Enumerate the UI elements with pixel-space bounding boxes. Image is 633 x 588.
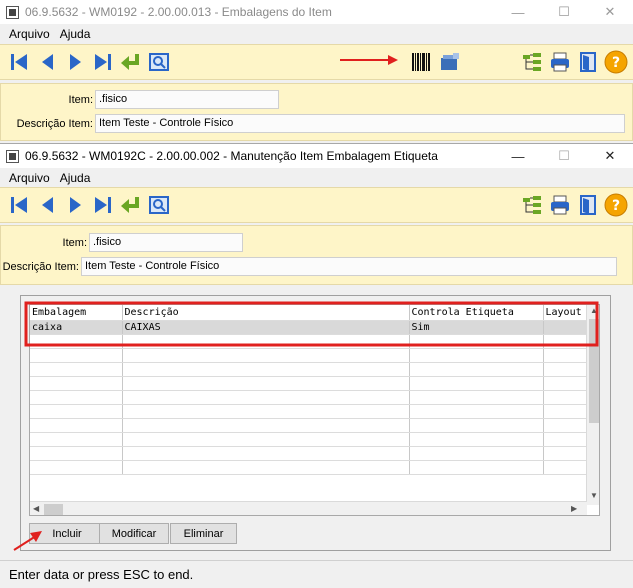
grid-table: Embalagem Descrição Controla Etiqueta La… — [30, 305, 587, 475]
print-icon[interactable] — [548, 193, 572, 217]
description-label: Descrição Item: — [2, 261, 79, 273]
minimize-icon[interactable]: — — [495, 0, 541, 24]
empty-row — [30, 348, 587, 363]
app-icon — [6, 5, 19, 19]
first-record-icon[interactable] — [7, 50, 31, 74]
status-text: Enter data or press ESC to end. — [9, 567, 194, 582]
next-record-icon[interactable] — [63, 50, 87, 74]
front-window-title: 06.9.5632 - WM0192C - 2.00.00.002 - Manu… — [25, 149, 438, 163]
vertical-scroll-thumb[interactable] — [589, 319, 599, 423]
empty-row — [30, 390, 587, 405]
goto-icon[interactable] — [119, 50, 143, 74]
svg-text:?: ? — [612, 198, 620, 214]
close-icon[interactable]: ✕ — [587, 0, 633, 24]
empty-row — [30, 418, 587, 433]
grid-frame: Embalagem Descrição Controla Etiqueta La… — [20, 295, 611, 551]
scroll-left-icon[interactable]: ◀ — [33, 504, 39, 513]
back-window-titlebar: 06.9.5632 - WM0192 - 2.00.00.013 - Embal… — [0, 0, 633, 24]
app-icon — [6, 149, 19, 163]
print-icon[interactable] — [548, 50, 572, 74]
scroll-right-icon[interactable]: ▶ — [571, 504, 577, 513]
maximize-icon[interactable]: ☐ — [541, 0, 587, 24]
back-window-title: 06.9.5632 - WM0192 - 2.00.00.013 - Embal… — [25, 5, 332, 19]
empty-row — [30, 404, 587, 419]
horizontal-scrollbar[interactable]: ◀ ▶ — [30, 501, 587, 515]
horizontal-scroll-thumb[interactable] — [44, 504, 63, 515]
menu-ajuda[interactable]: Ajuda — [55, 27, 96, 41]
empty-row — [30, 432, 587, 447]
eliminar-button[interactable]: Eliminar — [170, 523, 237, 544]
exit-door-icon[interactable] — [576, 193, 600, 217]
back-toolbar: ? — [0, 44, 633, 80]
cell-embalagem[interactable]: caixa — [30, 320, 123, 335]
search-icon[interactable] — [147, 193, 171, 217]
description-field[interactable]: Item Teste - Controle Físico — [95, 114, 625, 133]
column-header-embalagem[interactable]: Embalagem — [30, 305, 123, 321]
vertical-scrollbar[interactable]: ▲ ▼ — [586, 305, 599, 505]
empty-row — [30, 376, 587, 391]
description-field[interactable]: Item Teste - Controle Físico — [81, 257, 617, 276]
item-field[interactable]: .fisico — [89, 233, 243, 252]
last-record-icon[interactable] — [91, 193, 115, 217]
grid-header-row: Embalagem Descrição Controla Etiqueta La… — [30, 305, 587, 321]
tree-structure-icon[interactable] — [520, 50, 544, 74]
column-header-descricao[interactable]: Descrição — [122, 305, 410, 321]
status-bar: Enter data or press ESC to end. — [0, 560, 633, 588]
maximize-icon[interactable]: ☐ — [541, 144, 587, 168]
empty-row — [30, 460, 587, 475]
cell-controla-etiqueta[interactable]: Sim — [409, 320, 544, 335]
front-window-titlebar: 06.9.5632 - WM0192C - 2.00.00.002 - Manu… — [0, 144, 633, 168]
table-row[interactable]: caixa CAIXAS Sim — [30, 320, 587, 335]
close-icon[interactable]: ✕ — [587, 144, 633, 168]
empty-row — [30, 446, 587, 461]
item-label: Item: — [68, 94, 93, 106]
previous-record-icon[interactable] — [36, 193, 60, 217]
empty-row — [30, 334, 587, 349]
search-icon[interactable] — [147, 50, 171, 74]
incluir-button[interactable]: Incluir — [29, 523, 105, 544]
package-icon[interactable] — [438, 50, 462, 74]
goto-icon[interactable] — [119, 193, 143, 217]
item-field[interactable]: .fisico — [95, 90, 279, 109]
scroll-up-icon[interactable]: ▲ — [590, 306, 598, 315]
front-form-panel: Item: .fisico Descrição Item: Item Teste… — [0, 225, 633, 285]
previous-record-icon[interactable] — [36, 50, 60, 74]
cell-layout[interactable] — [543, 320, 587, 335]
cell-descricao[interactable]: CAIXAS — [122, 320, 410, 335]
exit-door-icon[interactable] — [576, 50, 600, 74]
description-label: Descrição Item: — [16, 118, 93, 130]
item-label: Item: — [62, 237, 87, 249]
empty-row — [30, 362, 587, 377]
minimize-icon[interactable]: — — [495, 144, 541, 168]
column-header-controla-etiqueta[interactable]: Controla Etiqueta — [409, 305, 544, 321]
menu-arquivo[interactable]: Arquivo — [0, 171, 55, 185]
scroll-down-icon[interactable]: ▼ — [590, 491, 598, 500]
last-record-icon[interactable] — [91, 50, 115, 74]
svg-text:?: ? — [612, 55, 620, 71]
first-record-icon[interactable] — [7, 193, 31, 217]
back-form-panel: Item: .fisico Descrição Item: Item Teste… — [0, 83, 633, 141]
help-icon[interactable]: ? — [604, 50, 628, 74]
menu-arquivo[interactable]: Arquivo — [0, 27, 55, 41]
barcode-icon[interactable] — [409, 50, 433, 74]
front-toolbar: ? — [0, 187, 633, 223]
tree-structure-icon[interactable] — [520, 193, 544, 217]
next-record-icon[interactable] — [63, 193, 87, 217]
modificar-button[interactable]: Modificar — [99, 523, 169, 544]
column-header-layout[interactable]: Layout — [543, 305, 587, 321]
menu-ajuda[interactable]: Ajuda — [55, 171, 96, 185]
browse-grid[interactable]: Embalagem Descrição Controla Etiqueta La… — [29, 304, 600, 516]
front-menubar: Arquivo Ajuda — [0, 168, 633, 187]
back-menubar: Arquivo Ajuda — [0, 24, 633, 43]
help-icon[interactable]: ? — [604, 193, 628, 217]
